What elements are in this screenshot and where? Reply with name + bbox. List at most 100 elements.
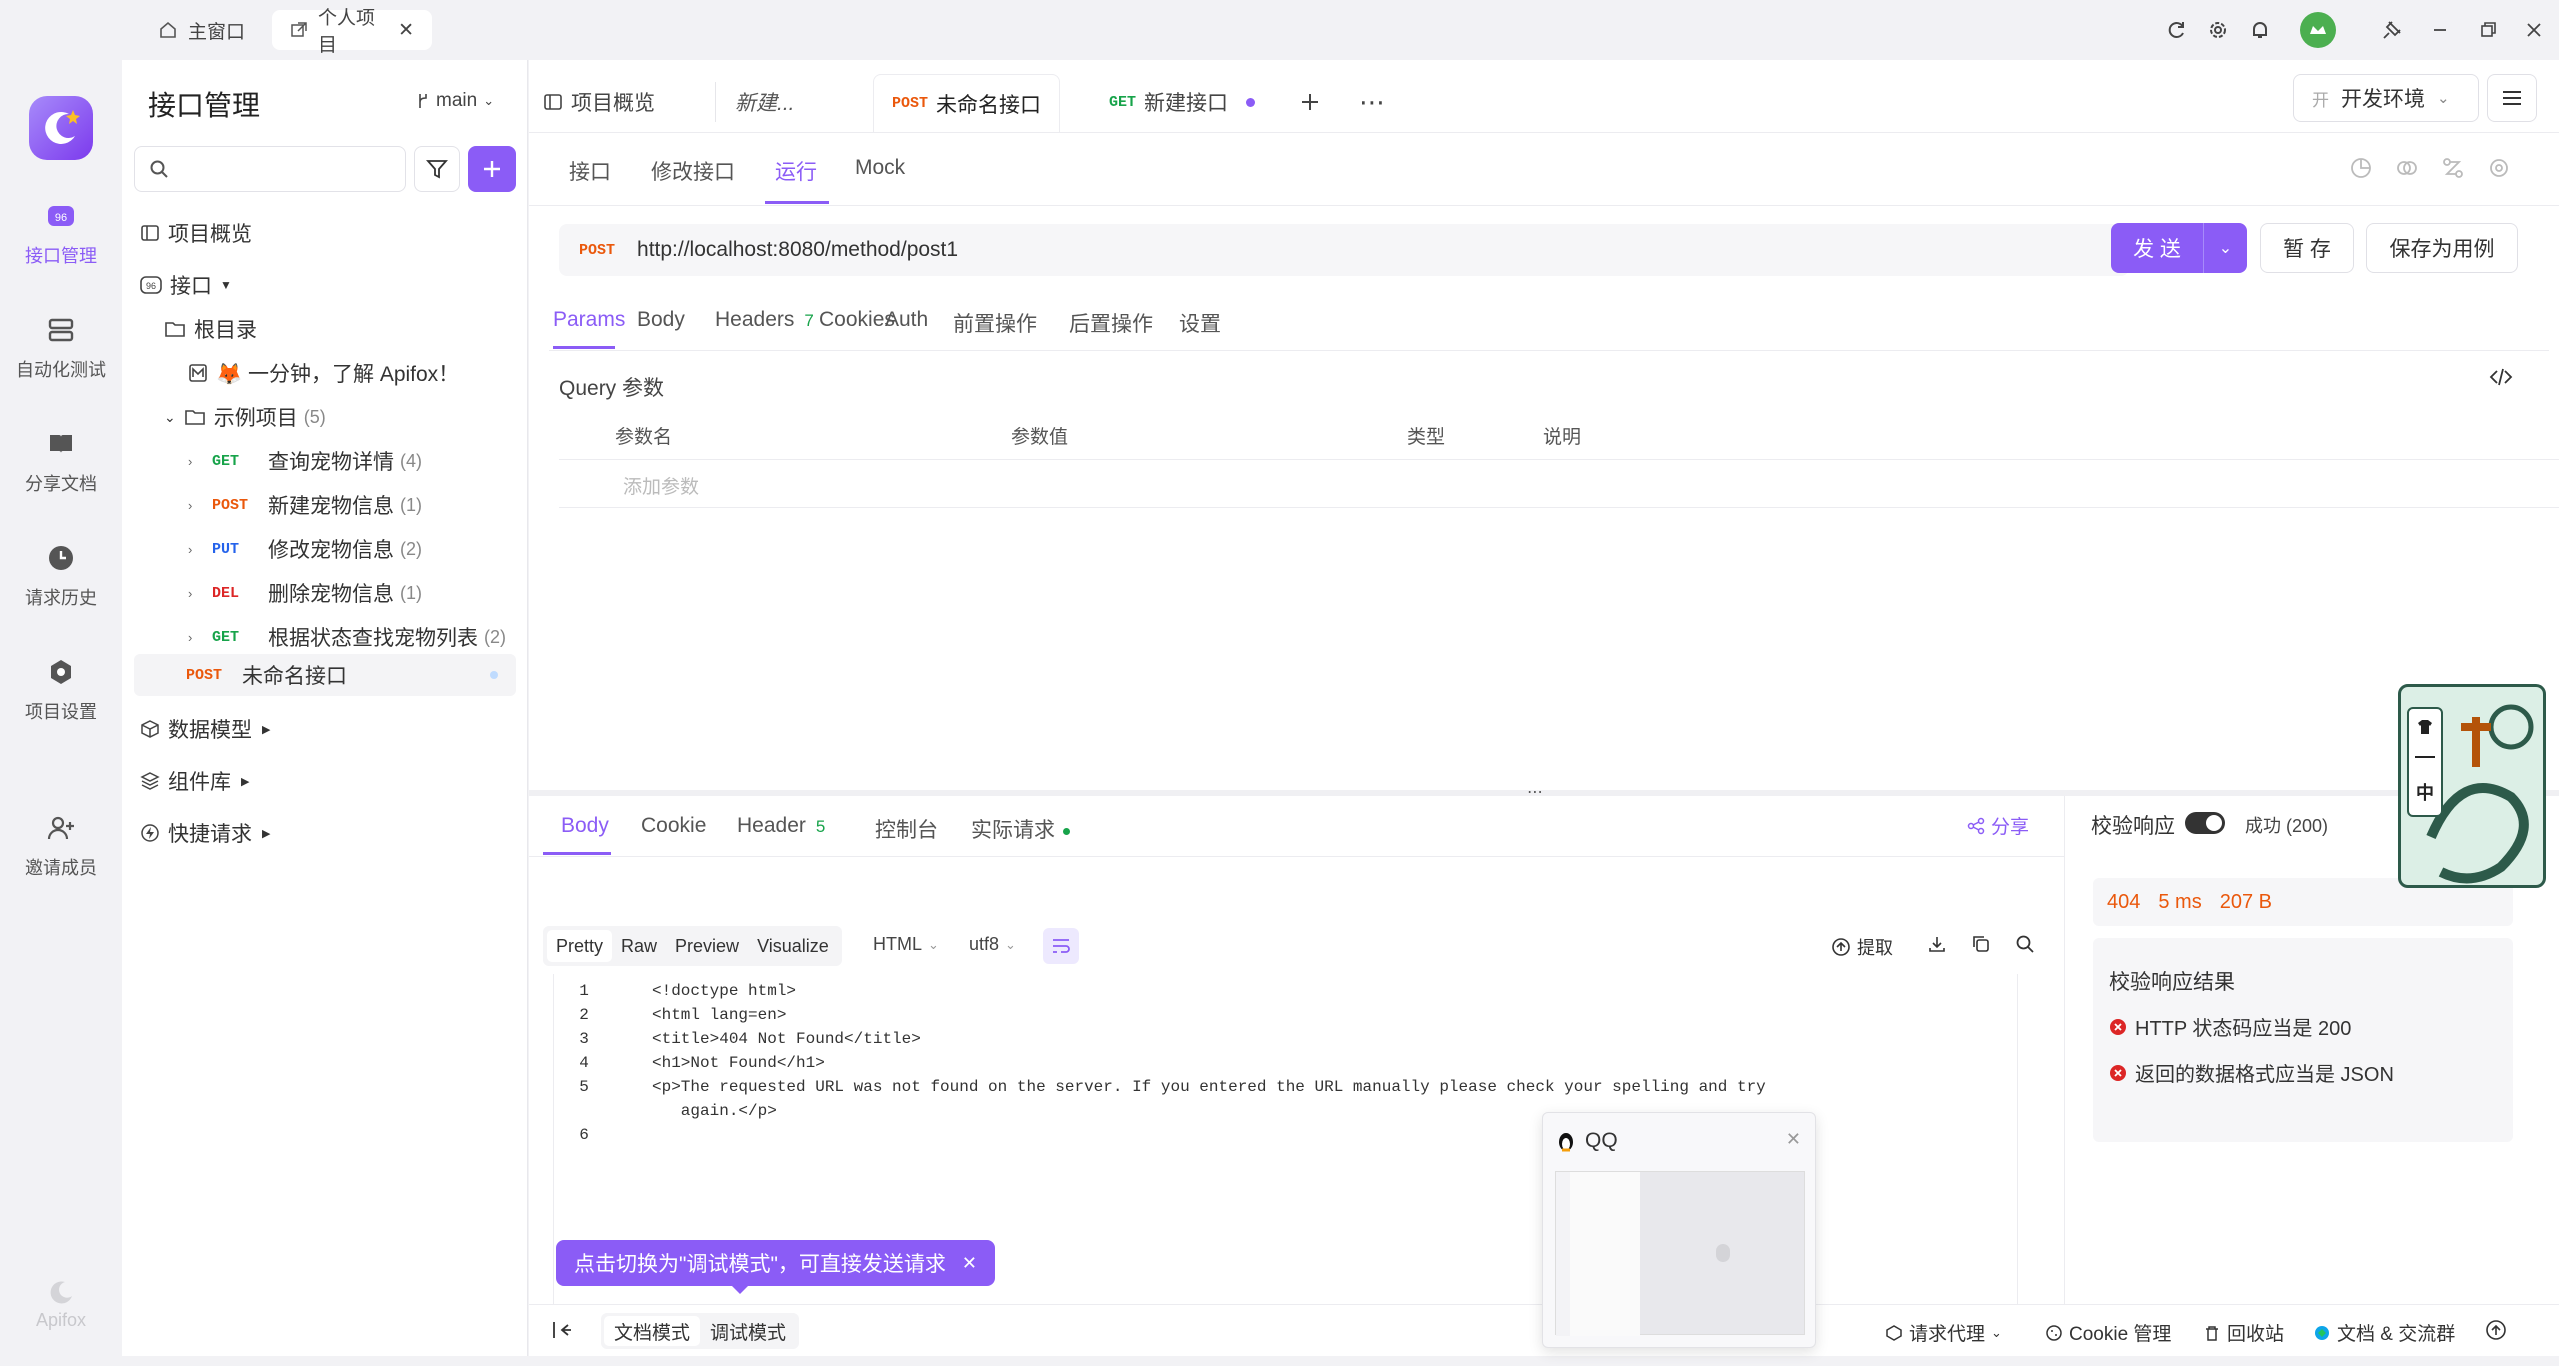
send-button[interactable]: 发 送 — [2111, 223, 2203, 273]
save-case-button[interactable]: 保存为用例 — [2366, 223, 2518, 273]
environment-select[interactable]: 开 开发环境 ⌄ — [2293, 74, 2479, 122]
param-tab[interactable]: Headers 7 — [715, 308, 814, 332]
view-option[interactable]: Raw — [612, 930, 666, 962]
wrap-toggle[interactable] — [1043, 928, 1079, 964]
scroll-top-icon[interactable] — [2485, 1319, 2507, 1341]
subtab-api[interactable]: 接口 — [569, 156, 611, 186]
debug-mode-button[interactable]: 调试模式 — [700, 1316, 796, 1346]
settings-icon[interactable] — [2487, 156, 2511, 180]
param-tab[interactable]: Body — [637, 308, 685, 332]
restore-icon[interactable] — [2474, 16, 2502, 44]
trash-button[interactable]: 回收站 — [2203, 1319, 2284, 1346]
close-icon[interactable]: ✕ — [1786, 1129, 1801, 1150]
tree-item-folder[interactable]: ⌄ 示例项目 (5) — [122, 396, 528, 438]
floating-widget[interactable]: 中 — [2398, 684, 2546, 888]
view-option[interactable]: Pretty — [547, 930, 613, 962]
tree-item-overview[interactable]: 项目概览 — [122, 212, 528, 254]
gear-icon[interactable] — [2204, 16, 2232, 44]
encoding-select[interactable]: utf8 ⌄ — [969, 934, 1016, 955]
avatar[interactable] — [2300, 12, 2336, 48]
copy-icon[interactable] — [2395, 156, 2419, 180]
subtab-mock[interactable]: Mock — [855, 156, 905, 180]
tree-item-endpoint[interactable]: › GET 查询宠物详情 (4) — [122, 440, 528, 482]
method-select[interactable]: POST — [579, 242, 615, 259]
close-window-icon[interactable] — [2520, 16, 2548, 44]
query-add-row[interactable]: 添加参数 — [559, 460, 2559, 508]
filter-button[interactable] — [414, 146, 460, 192]
rail-item-invite[interactable]: 邀请成员 — [0, 808, 122, 880]
response-tab[interactable]: Body — [561, 814, 609, 838]
tree-item-endpoint[interactable]: › PUT 修改宠物信息 (2) — [122, 528, 528, 570]
response-tab[interactable]: Cookie — [641, 814, 706, 838]
proxy-button[interactable]: 请求代理 ⌄ — [1885, 1319, 2002, 1346]
close-icon[interactable]: ✕ — [398, 19, 414, 42]
scrollbar[interactable] — [2017, 974, 2027, 1342]
pin-icon[interactable] — [2378, 16, 2406, 44]
flow-icon[interactable] — [2441, 156, 2465, 180]
search-input[interactable] — [134, 146, 406, 192]
param-tab[interactable]: Auth — [885, 308, 928, 332]
minimize-icon[interactable] — [2426, 16, 2454, 44]
rail-item-history[interactable]: 请求历史 — [0, 538, 122, 610]
view-option[interactable]: Visualize — [748, 930, 838, 962]
tree-item-intro-doc[interactable]: 🦊 一分钟，了解 Apifox！ — [122, 352, 528, 394]
shirt-icon[interactable] — [2416, 719, 2434, 735]
param-tab[interactable]: Params — [553, 308, 625, 332]
tree-item-current[interactable]: POST 未命名接口 — [134, 654, 516, 696]
more-tabs-icon[interactable]: ⋯ — [1359, 80, 1386, 124]
param-tab[interactable]: 设置 — [1179, 308, 1221, 338]
rail-item-share-docs[interactable]: 分享文档 — [0, 424, 122, 496]
rail-item-api-management[interactable]: 96 接口管理 — [0, 196, 122, 268]
response-tab[interactable]: 实际请求 — [971, 814, 1070, 844]
tab-current[interactable]: POST 未命名接口 — [873, 74, 1061, 132]
param-tab[interactable]: Cookies — [819, 308, 895, 332]
tree-item-quick-requests[interactable]: 快捷请求 ▶ — [122, 812, 528, 854]
splitter[interactable] — [529, 790, 2559, 796]
share-button[interactable]: 分享 — [1967, 812, 2029, 839]
download-icon[interactable] — [1927, 934, 1947, 954]
branch-selector[interactable]: main ⌄ — [416, 90, 494, 112]
window-tab-project[interactable]: 个人项目 ✕ — [272, 8, 432, 56]
extract-button[interactable]: 提取 — [1831, 934, 1893, 960]
new-tab-button[interactable] — [1299, 80, 1321, 124]
bell-icon[interactable] — [2246, 16, 2274, 44]
tree-item-data-models[interactable]: 数据模型 ▶ — [122, 708, 528, 750]
tree-item-endpoint[interactable]: › GET 根据状态查找宠物列表 (2) — [122, 616, 528, 658]
tab-new-api[interactable]: GET 新建接口 — [1109, 80, 1256, 124]
rail-item-project-settings[interactable]: 项目设置 — [0, 652, 122, 724]
search-icon[interactable] — [2015, 934, 2035, 954]
tree-item-root-dir[interactable]: 根目录 — [122, 308, 528, 350]
save-temp-button[interactable]: 暂 存 — [2260, 223, 2354, 273]
add-button[interactable] — [468, 146, 516, 192]
param-tab[interactable]: 前置操作 — [953, 308, 1037, 338]
response-tab[interactable]: 控制台 — [875, 814, 938, 844]
view-option[interactable]: Preview — [666, 930, 748, 962]
menu-button[interactable] — [2487, 74, 2537, 122]
doc-mode-button[interactable]: 文档模式 — [604, 1316, 701, 1346]
subtab-run[interactable]: 运行 — [775, 156, 817, 186]
refresh-icon[interactable] — [2162, 16, 2190, 44]
drag-handle-icon[interactable]: ⋯ — [1527, 782, 1543, 802]
url-input[interactable]: http://localhost:8080/method/post1 — [637, 238, 958, 262]
docs-button[interactable]: 文档 & 交流群 — [2313, 1319, 2455, 1346]
tree-item-endpoint[interactable]: › POST 新建宠物信息 (1) — [122, 484, 528, 526]
cookie-button[interactable]: Cookie 管理 — [2045, 1319, 2171, 1346]
code-icon[interactable] — [2489, 366, 2513, 388]
rail-item-automation[interactable]: 自动化测试 — [0, 310, 122, 382]
format-select[interactable]: HTML ⌄ — [873, 934, 939, 955]
response-tab[interactable]: Header 5 — [737, 814, 825, 838]
pie-chart-icon[interactable] — [2349, 156, 2373, 180]
validation-toggle[interactable] — [2185, 812, 2225, 834]
tab-draft[interactable]: 新建... — [735, 80, 795, 124]
copy-icon[interactable] — [1971, 934, 1991, 954]
qq-preview-window[interactable]: QQ ✕ — [1542, 1112, 1816, 1348]
param-tab[interactable]: 后置操作 — [1069, 308, 1153, 338]
tab-overview[interactable]: 项目概览 — [543, 80, 655, 124]
collapse-sidebar-icon[interactable] — [551, 1319, 573, 1341]
add-param-placeholder[interactable]: 添加参数 — [623, 472, 699, 499]
tree-item-api-root[interactable]: 96 接口 ▼ — [122, 264, 528, 306]
window-tab-home[interactable]: 主窗口 — [140, 10, 263, 50]
close-icon[interactable]: ✕ — [962, 1253, 977, 1274]
tree-item-components[interactable]: 组件库 ▶ — [122, 760, 528, 802]
send-dropdown[interactable]: ⌄ — [2203, 223, 2247, 273]
